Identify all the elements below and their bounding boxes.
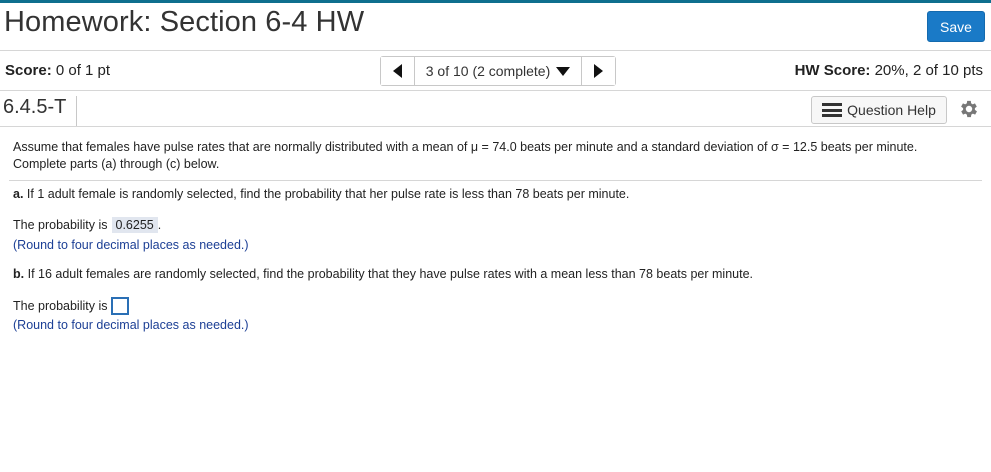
part-b-answer-line: The probability is <box>13 297 129 315</box>
divider <box>9 180 982 181</box>
part-a-label: a. <box>13 187 24 201</box>
question-help-button[interactable]: Question Help <box>811 96 947 124</box>
save-button[interactable]: Save <box>927 11 985 42</box>
part-a-answer-value: 0.6255 <box>111 217 158 233</box>
question-body: Assume that females have pulse rates tha… <box>13 139 983 173</box>
score-value: 0 of 1 pt <box>55 62 111 79</box>
divider <box>0 126 991 127</box>
page-title: Homework: Section 6-4 HW <box>4 6 365 38</box>
part-a-text: If 1 adult female is randomly selected, … <box>26 187 630 201</box>
divider <box>0 50 991 51</box>
part-a-answer-line: The probability is 0.6255 . <box>13 217 161 233</box>
question-progress-text: 3 of 10 (2 complete) <box>425 63 551 79</box>
dropdown-triangle-icon <box>556 66 571 76</box>
list-icon <box>822 103 843 117</box>
top-accent-bar <box>0 0 991 3</box>
part-a-answer-prefix: The probability is <box>13 218 108 232</box>
part-b-label: b. <box>13 267 25 281</box>
next-question-button[interactable] <box>581 57 615 85</box>
score-display: Score: 0 of 1 pt <box>5 62 110 79</box>
part-b-prompt: b. If 16 adult females are randomly sele… <box>13 267 753 281</box>
part-a-period: . <box>157 218 162 232</box>
question-navigator: 3 of 10 (2 complete) <box>380 56 616 86</box>
part-b-hint: (Round to four decimal places as needed.… <box>13 318 249 332</box>
gear-icon[interactable] <box>958 98 980 120</box>
chevron-right-icon <box>594 64 603 78</box>
part-b-text: If 16 adult females are randomly selecte… <box>27 267 754 281</box>
question-help-label: Question Help <box>847 102 936 118</box>
question-intro: Assume that females have pulse rates tha… <box>13 140 918 171</box>
hw-score-value: 20%, 2 of 10 pts <box>874 62 983 79</box>
chevron-left-icon <box>393 64 402 78</box>
hw-score-display: HW Score: 20%, 2 of 10 pts <box>795 62 983 79</box>
score-label: Score: <box>5 62 52 79</box>
question-id: 6.4.5-T <box>3 96 77 126</box>
hw-score-label: HW Score: <box>794 62 871 79</box>
previous-question-button[interactable] <box>381 57 415 85</box>
part-b-answer-prefix: The probability is <box>13 299 108 313</box>
part-b-answer-input[interactable] <box>110 297 129 315</box>
part-a-prompt: a. If 1 adult female is randomly selecte… <box>13 187 629 201</box>
divider <box>0 90 991 91</box>
part-a-hint: (Round to four decimal places as needed.… <box>13 238 249 252</box>
question-selector-dropdown[interactable]: 3 of 10 (2 complete) <box>415 57 581 85</box>
